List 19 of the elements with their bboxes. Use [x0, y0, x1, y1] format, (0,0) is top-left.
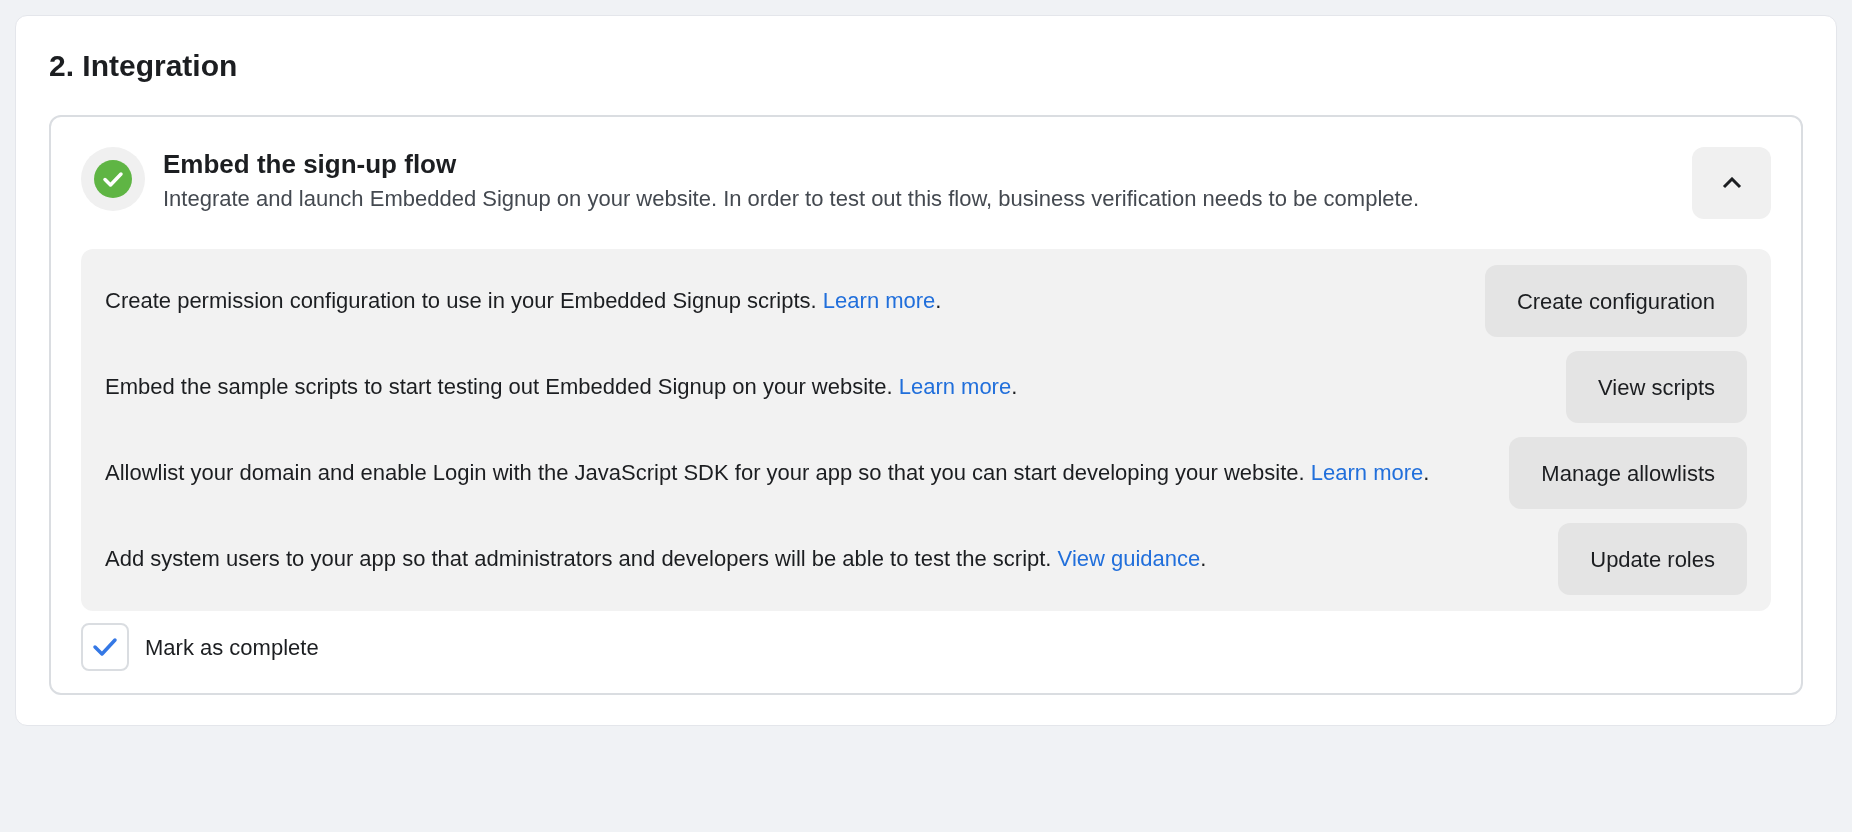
task-button[interactable]: View scripts	[1566, 351, 1747, 423]
section-title: 2. Integration	[49, 48, 239, 84]
task-button[interactable]: Update roles	[1558, 523, 1747, 595]
learn-link[interactable]: Learn more	[898, 374, 1012, 399]
chevron-up-icon	[1721, 177, 1742, 189]
step-title: Embed the sign-up flow	[163, 148, 458, 181]
check-icon	[92, 637, 118, 657]
mark-complete-label: Mark as complete	[145, 633, 319, 662]
mark-complete-checkbox[interactable]	[81, 623, 129, 671]
task-button[interactable]: Manage allowlists	[1509, 437, 1747, 509]
step-description: Integrate and launch Embedded Signup on your website. In order to test out this flow, business verification needs to be complete.	[163, 185, 1420, 213]
task-description: Allowlist your domain and enable Login with the JavaScript SDK for your app so that you can start developing your website. Learn more.	[105, 459, 1431, 487]
task-button[interactable]: Create configuration	[1484, 265, 1747, 337]
learn-link[interactable]: View guidance	[1057, 546, 1201, 571]
task-description: Add system users to your app so that administrators and developers will be able to test the script. View guidance.	[105, 545, 1208, 573]
task-description: Create permission configuration to use in your Embedded Signup scripts. Learn more.	[105, 287, 943, 315]
learn-link[interactable]: Learn more	[822, 288, 936, 313]
learn-link[interactable]: Learn more	[1310, 460, 1424, 485]
task-description: Embed the sample scripts to start testing out Embedded Signup on your website. Learn more.	[105, 373, 1019, 401]
